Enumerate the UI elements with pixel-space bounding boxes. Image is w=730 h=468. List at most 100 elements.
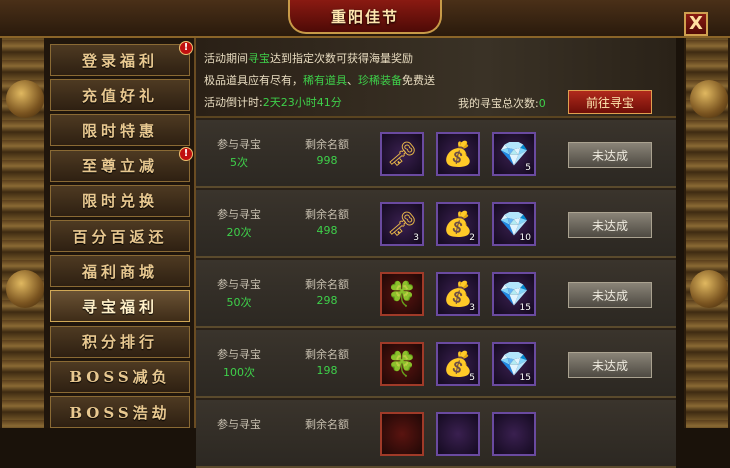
sidebar-item-label: 福利商城	[81, 262, 158, 281]
sidebar-item-label: BOSS浩劫	[69, 403, 171, 422]
go-treasure-button[interactable]: 前往寻宝	[568, 90, 652, 114]
treasure-pile-icon[interactable]: 💰 2	[436, 202, 480, 246]
item-count: 3	[413, 233, 419, 243]
reward-row: 参与寻宝 100次 剩余名额 198 🍀 💰 5 💎 15 未达成	[196, 330, 676, 398]
claim-status-button[interactable]: 未达成	[568, 212, 652, 238]
sidebar-item[interactable]: BOSS浩劫	[50, 396, 190, 428]
remaining-label: 剩余名额	[305, 138, 349, 151]
remaining-value: 498	[316, 224, 338, 237]
item-count: 2	[469, 233, 475, 243]
countdown-value: 2天23小时41分	[262, 96, 342, 109]
info-text: 活动期间	[204, 52, 248, 65]
crystal-icon[interactable]	[492, 412, 536, 456]
remaining-value: 298	[316, 294, 338, 307]
item-glyph: 🗝	[386, 140, 418, 168]
requirement-value: 5次	[230, 156, 248, 169]
sidebar-item-label: BOSS减负	[69, 368, 171, 387]
highlight-text: 寻宝	[248, 52, 270, 65]
countdown-label: 活动倒计时:	[204, 96, 263, 109]
sidebar-item[interactable]: 限时特惠	[50, 114, 190, 147]
item-count: 15	[519, 373, 531, 383]
green-orb-icon[interactable]: 🍀	[380, 272, 424, 316]
key-icon[interactable]: 🗝 3	[380, 202, 424, 246]
item-glyph: 🍀	[387, 350, 417, 378]
requirement-label: 参与寻宝	[217, 138, 261, 151]
sidebar-item[interactable]: BOSS减负	[50, 360, 190, 393]
item-count: 5	[469, 373, 475, 383]
sidebar-item[interactable]: 寻宝福利	[50, 290, 190, 323]
remaining-label: 剩余名额	[305, 278, 349, 291]
highlight-text: 稀有道具	[303, 74, 347, 87]
item-count: 15	[519, 303, 531, 313]
reward-row: 参与寻宝 50次 剩余名额 298 🍀 💰 3 💎 15 未达成	[196, 260, 676, 328]
item-count: 5	[525, 163, 531, 173]
claim-status-button[interactable]: 未达成	[568, 282, 652, 308]
sidebar-item-label: 登录福利	[81, 51, 158, 70]
pillar-knob-icon	[690, 270, 728, 308]
treasure-pile-icon[interactable]	[436, 412, 480, 456]
remaining-value: 198	[316, 364, 338, 377]
reward-row: 参与寻宝 5次 剩余名额 998 🗝 💰 💎 5 未达成	[196, 120, 676, 188]
alert-badge-icon: !	[179, 146, 193, 161]
main-panel: 活动期间寻宝达到指定次数可获得海量奖励 极品道具应有尽有，稀有道具、珍稀装备免费…	[196, 38, 676, 468]
requirement-label: 参与寻宝	[217, 208, 261, 221]
remaining-label: 剩余名额	[305, 418, 349, 431]
crystal-icon[interactable]: 💎 5	[492, 132, 536, 176]
reward-row: 参与寻宝 剩余名额	[196, 400, 676, 468]
sidebar-item[interactable]: 福利商城	[50, 255, 190, 288]
right-pillar-decoration	[684, 20, 730, 428]
sidebar-item[interactable]: 限时兑换	[50, 184, 190, 217]
alert-badge-icon: !	[179, 41, 193, 55]
info-text: 、	[347, 74, 358, 87]
event-info-panel: 活动期间寻宝达到指定次数可获得海量奖励 极品道具应有尽有，稀有道具、珍稀装备免费…	[196, 38, 676, 118]
sidebar-item-label: 至尊立减	[81, 157, 158, 176]
red-item-icon[interactable]	[380, 412, 424, 456]
crystal-icon[interactable]: 💎 10	[492, 202, 536, 246]
left-pillar-decoration	[0, 20, 46, 428]
remaining-label: 剩余名额	[305, 348, 349, 361]
crystal-icon[interactable]: 💎 15	[492, 342, 536, 386]
sidebar-item[interactable]: 充值好礼	[50, 79, 190, 112]
sidebar-item[interactable]: 至尊立减!	[50, 146, 193, 182]
remaining-value: 998	[316, 154, 338, 167]
sidebar-item-label: 寻宝福利	[81, 297, 158, 316]
treasure-pile-icon[interactable]: 💰 5	[436, 342, 480, 386]
info-line-1: 活动期间寻宝达到指定次数可获得海量奖励	[204, 50, 413, 66]
item-count: 10	[519, 233, 531, 243]
item-count: 3	[469, 303, 475, 313]
remaining-label: 剩余名额	[305, 208, 349, 221]
crystal-icon[interactable]: 💎 15	[492, 272, 536, 316]
info-text: 极品道具应有尽有，	[204, 74, 303, 87]
total-value: 0	[538, 97, 546, 110]
game-window: 重阳佳节 X 登录福利! 充值好礼 限时特惠 至尊立减! 限时兑换 百分百返还 福利商城 寻宝…	[0, 0, 730, 468]
claim-status-button[interactable]: 未达成	[568, 352, 652, 378]
sidebar-item[interactable]: 百分百返还	[50, 220, 190, 252]
sidebar-item-label: 充值好礼	[81, 86, 158, 105]
claim-status-button[interactable]: 未达成	[568, 142, 652, 168]
close-button[interactable]: X	[684, 12, 708, 36]
treasure-pile-icon[interactable]: 💰 3	[436, 272, 480, 316]
item-glyph: 🍀	[387, 280, 417, 308]
requirement-label: 参与寻宝	[217, 348, 261, 361]
info-line-2: 极品道具应有尽有，稀有道具、珍稀装备免费送	[204, 72, 435, 88]
pillar-knob-icon	[6, 270, 44, 308]
info-text: 免费送	[402, 74, 435, 87]
countdown: 活动倒计时:2天23小时41分	[204, 94, 342, 110]
title-bar: 重阳佳节 X	[0, 0, 730, 38]
item-glyph: 💰	[443, 140, 473, 168]
green-orb-icon[interactable]: 🍀	[380, 342, 424, 386]
sidebar-item-label: 百分百返还	[72, 227, 168, 246]
title-plate: 重阳佳节	[288, 0, 442, 34]
requirement-value: 100次	[223, 366, 255, 379]
sidebar-item[interactable]: 积分排行	[50, 325, 190, 358]
sidebar-item-label: 积分排行	[81, 333, 158, 352]
info-text: 达到指定次数可获得海量奖励	[270, 52, 413, 65]
requirement-value: 50次	[226, 296, 252, 309]
total-label: 我的寻宝总次数:	[458, 97, 539, 110]
treasure-pile-icon[interactable]: 💰	[436, 132, 480, 176]
pillar-knob-icon	[690, 80, 728, 118]
key-icon[interactable]: 🗝	[380, 132, 424, 176]
sidebar: 登录福利! 充值好礼 限时特惠 至尊立减! 限时兑换 百分百返还 福利商城 寻宝福利 积分排行 B…	[44, 38, 196, 428]
sidebar-item[interactable]: 登录福利!	[50, 41, 193, 76]
sidebar-item-label: 限时特惠	[81, 121, 158, 140]
